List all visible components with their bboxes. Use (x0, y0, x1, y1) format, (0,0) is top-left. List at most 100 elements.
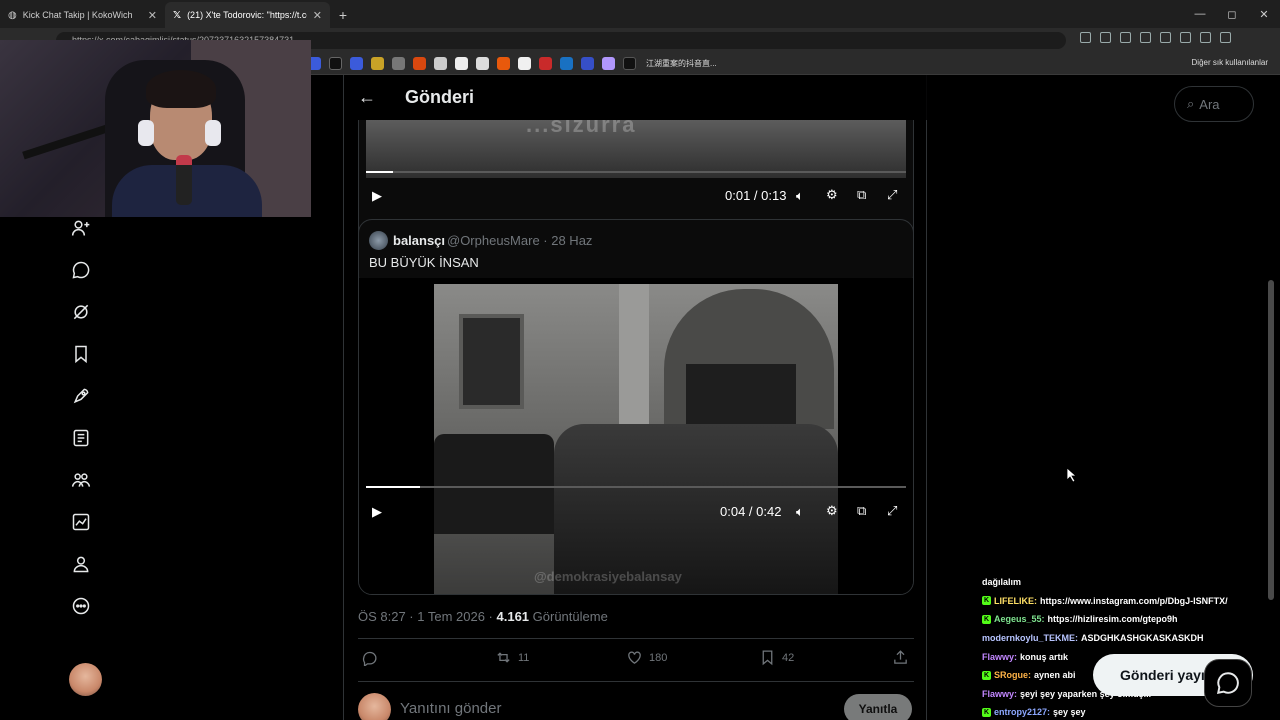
favorite-star-icon[interactable] (1160, 32, 1171, 43)
video-player-2[interactable]: @demokrasiyebalansay ▶ 0:04 / 0:42 🔈︎ ⚙ … (359, 278, 913, 594)
bookmark-icon[interactable] (602, 57, 615, 70)
reply-icon (362, 651, 377, 666)
chat-username: Flawwy: (982, 688, 1018, 699)
reader-icon[interactable] (1120, 32, 1131, 43)
post-meta: ÖS 8:27 · 1 Tem 2026 · 4.161 Görüntüleme (358, 609, 608, 624)
rocket-icon[interactable] (70, 385, 92, 407)
back-arrow-icon[interactable]: ← (358, 87, 376, 108)
quoted-author-name[interactable]: balansçı (393, 233, 445, 248)
kick-badge-icon: K (982, 670, 991, 680)
bookmark-icon[interactable] (497, 57, 510, 70)
repost-button[interactable]: 11 (495, 649, 529, 666)
video-progress-bar[interactable] (366, 171, 906, 173)
video-progress-bar[interactable] (366, 486, 906, 488)
more-icon[interactable] (70, 595, 92, 617)
video-frame: ...sizurra (366, 120, 906, 178)
bookmark-label[interactable]: 江湖重案的抖音直... (646, 58, 717, 69)
tab-kick-chat[interactable]: ◍ Kick Chat Takip | KokoWich ✕ (0, 2, 165, 28)
tiktok-icon[interactable] (623, 57, 636, 70)
settings-gear-icon[interactable]: ⚙ (826, 503, 838, 519)
bookmark-nav-icon[interactable] (70, 343, 92, 365)
share-icon (894, 650, 907, 664)
reply-button[interactable] (361, 649, 378, 666)
quoted-avatar[interactable] (369, 231, 388, 250)
page-title: Gönderi (405, 87, 475, 107)
chat-text: https://www.instagram.com/p/DbgJ-ISNFTX/ (1040, 595, 1228, 606)
volume-icon[interactable]: 🔈︎ (796, 504, 804, 520)
reply-submit-button[interactable]: Yanıtla (844, 694, 912, 720)
webcam-overlay (0, 40, 311, 217)
tab-x-post[interactable]: 𝕏 (21) X'te Todorovic: "https://t.co/...… (165, 2, 330, 28)
close-tab-icon[interactable]: ✕ (313, 9, 322, 22)
chat-text: ASDGHKASHGKASKASKDH (1081, 633, 1204, 644)
extensions-puzzle-icon[interactable] (1200, 32, 1211, 43)
bookmark-icon[interactable] (392, 57, 405, 70)
pip-icon[interactable]: ⧉ (857, 503, 866, 519)
chat-text: şey şey (1053, 707, 1086, 718)
bookmark-icon[interactable] (581, 57, 594, 70)
extension-icon[interactable] (1180, 32, 1191, 43)
close-tab-icon[interactable]: ✕ (148, 9, 157, 22)
chat-message: modernkoylu_TEKME: ASDGHKASHGKASKASKDH (982, 629, 1272, 648)
lists-icon[interactable] (70, 427, 92, 449)
bookmark-icon[interactable] (560, 57, 573, 70)
page-scrollbar[interactable] (1268, 280, 1274, 600)
video-time: 0:04 / 0:42 (720, 504, 782, 519)
reply-input[interactable]: Yanıtını gönder (400, 700, 501, 717)
chat-message: K LIFELIKE: https://www.instagram.com/p/Db… (982, 592, 1272, 611)
fullscreen-icon[interactable]: ⤢ (887, 187, 897, 203)
minimize-button[interactable]: — (1184, 0, 1216, 28)
bookmark-icon[interactable] (455, 57, 468, 70)
x-logo-icon: 𝕏 (173, 9, 182, 21)
volume-icon[interactable]: 🔈︎ (796, 188, 804, 204)
follow-user-icon[interactable] (70, 217, 92, 239)
communities-icon[interactable] (70, 469, 92, 491)
maximize-button[interactable]: ◻ (1216, 0, 1248, 28)
video-frame: @demokrasiyebalansay (434, 284, 838, 594)
bookmark-icon[interactable] (434, 57, 447, 70)
bookmark-icon[interactable] (518, 57, 531, 70)
profile-icon[interactable] (70, 553, 92, 575)
chat-username: Aegeus_55: (994, 614, 1045, 625)
post-timestamp[interactable]: ÖS 8:27 · 1 Tem 2026 · (358, 609, 497, 624)
read-aloud-icon[interactable] (1140, 32, 1151, 43)
other-bookmarks[interactable]: Diğer sık kullanılanlar (1192, 58, 1268, 67)
views-count: 4.161 (496, 609, 530, 624)
bookmark-button[interactable]: 42 (759, 649, 794, 666)
divider (358, 638, 914, 639)
quoted-post[interactable]: balansçı @OrpheusMare · 28 Haz BU BÜYÜK … (358, 219, 914, 595)
browser-tab-bar: ◍ Kick Chat Takip | KokoWich ✕ 𝕏 (21) X'… (0, 0, 1280, 28)
chat-message: dağılalım (982, 573, 1272, 592)
quoted-handle-date: @OrpheusMare · 28 Haz (447, 233, 593, 248)
analytics-icon[interactable] (70, 511, 92, 533)
chat-icon[interactable] (70, 259, 92, 281)
bookmark-icon[interactable] (371, 57, 384, 70)
pip-icon[interactable]: ⧉ (857, 187, 866, 203)
new-tab-button[interactable]: + (330, 2, 356, 28)
close-window-button[interactable]: ✕ (1248, 0, 1280, 28)
apps-icon[interactable] (1080, 32, 1091, 43)
bookmark-icon[interactable] (413, 57, 426, 70)
mouse-cursor-icon (1066, 467, 1078, 483)
grok-icon[interactable] (70, 301, 92, 323)
play-icon[interactable]: ▶ (372, 504, 382, 520)
search-input[interactable]: ⌕ Ara (1174, 86, 1254, 122)
chat-text: dağılalım (982, 577, 1022, 588)
tab-title: (21) X'te Todorovic: "https://t.co/..." (187, 10, 307, 20)
x-bookmark-icon[interactable] (329, 57, 342, 70)
messages-button[interactable] (1204, 659, 1252, 707)
chat-text: https://hizliresim.com/gtepo9h (1047, 614, 1178, 625)
bookmark-icon[interactable] (476, 57, 489, 70)
account-avatar[interactable] (69, 663, 102, 696)
share-button[interactable] (892, 649, 909, 666)
collections-icon[interactable] (1220, 32, 1231, 43)
chat-username: Flawwy: (982, 651, 1018, 662)
like-button[interactable]: 180 (626, 649, 667, 666)
settings-gear-icon[interactable]: ⚙ (826, 187, 838, 203)
bookmark-icon[interactable] (350, 57, 363, 70)
fullscreen-icon[interactable]: ⤢ (887, 503, 897, 519)
play-icon[interactable]: ▶ (372, 188, 382, 204)
page-header: ← Gönderi (344, 75, 927, 120)
bookmark-icon[interactable] (539, 57, 552, 70)
zoom-icon[interactable] (1100, 32, 1111, 43)
